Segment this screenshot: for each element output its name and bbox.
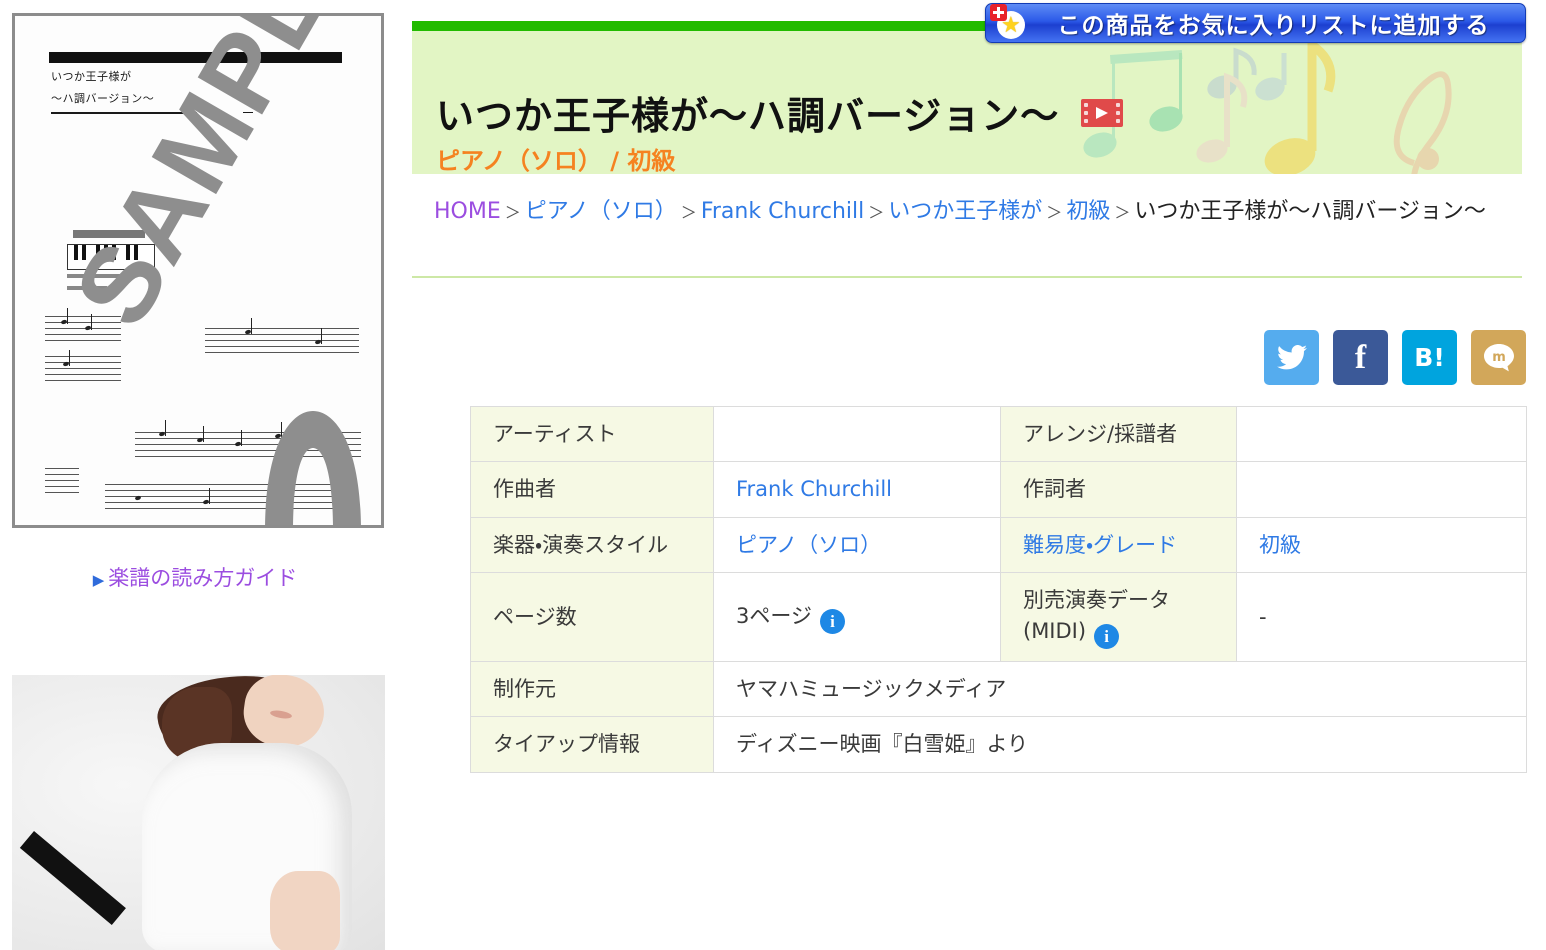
add-to-favorites-button[interactable]: ★ この商品をお気に入りリストに追加する [985, 3, 1526, 43]
sheet-staff-2 [45, 350, 121, 382]
composer-link[interactable]: Frank Churchill [736, 477, 892, 501]
breadcrumb-item-composer[interactable]: Frank Churchill [701, 199, 864, 224]
breadcrumb-item-current: いつか王子様が〜ハ調バージョン〜 [1134, 199, 1486, 224]
value-artist [713, 405, 1001, 463]
score-reading-guide-link[interactable]: ▶ 楽譜の読み方ガイド [0, 562, 390, 592]
label-midi-data: 別売演奏データ(MIDI) i [1000, 572, 1237, 662]
breadcrumb-separator: ＞ [680, 203, 697, 222]
page-subtitle: ピアノ（ソロ） / 初級 [436, 147, 676, 174]
value-instrument-style: ピアノ（ソロ） [713, 516, 1001, 574]
left-sidebar: いつか王子様が 〜ハ調バージョン〜 SAMPLE ▶ 楽譜の読み方ガイド [0, 0, 400, 950]
sheet-staff-4 [135, 420, 361, 458]
table-row: アーティスト アレンジ/採譜者 [470, 405, 1527, 463]
breadcrumb-separator: ＞ [868, 203, 885, 222]
breadcrumb-item-instrument[interactable]: ピアノ（ソロ） [525, 199, 677, 224]
video-play-icon[interactable] [1081, 98, 1124, 127]
label-arranger: アレンジ/採譜者 [1000, 405, 1237, 463]
share-mixi-button[interactable]: m [1471, 330, 1526, 385]
breadcrumb-item-song[interactable]: いつか王子様が [888, 199, 1042, 224]
mixi-icon: m [1483, 343, 1514, 371]
table-row: タイアップ情報 ディズニー映画『白雪姫』より [470, 716, 1527, 773]
sheet-staff-1 [45, 308, 121, 342]
value-difficulty-grade: 初級 [1236, 516, 1527, 574]
label-publisher: 制作元 [470, 660, 714, 718]
sheet-staff-3 [205, 318, 359, 354]
breadcrumb-separator: ＞ [504, 203, 521, 222]
breadcrumb: HOME ＞ピアノ（ソロ）＞ Frank Churchill ＞いつか王子様が＞初級＞… [434, 195, 1524, 230]
music-notes-decoration [1083, 36, 1452, 174]
ad-person-arm [270, 871, 340, 950]
social-share-row: f B! m [1264, 330, 1526, 385]
page-count-text: 3ページ [736, 603, 812, 628]
value-lyricist [1236, 461, 1527, 518]
value-tieup-info: ディズニー映画『白雪姫』より [713, 716, 1527, 773]
label-instrument-style: 楽器・演奏スタイル [470, 516, 714, 574]
label-tieup-info: タイアップ情報 [470, 716, 714, 773]
title-row: いつか王子様が〜ハ調バージョン〜 [436, 85, 1124, 140]
main-content: いつか王子様が〜ハ調バージョン〜 ピアノ（ソロ） / 初級 ★ この商品をお気に… [412, 0, 1546, 950]
breadcrumb-divider [412, 276, 1522, 278]
score-thumbnail-image: いつか王子様が 〜ハ調バージョン〜 SAMPLE [15, 16, 381, 525]
label-page-count: ページ数 [470, 572, 714, 662]
table-row: ページ数 3ページ i 別売演奏データ(MIDI) i - [470, 572, 1527, 662]
value-midi-data: - [1236, 572, 1527, 662]
value-arranger [1236, 405, 1527, 463]
label-artist: アーティスト [470, 405, 714, 463]
score-reading-guide-label: 楽譜の読み方ガイド [108, 566, 298, 590]
label-composer: 作曲者 [470, 461, 714, 518]
product-info-table: アーティスト アレンジ/採譜者 作曲者 Frank Churchill 作詞者 … [470, 405, 1527, 773]
sheet-staff-6 [45, 468, 79, 494]
value-publisher: ヤマハミュージックメディア [713, 660, 1527, 718]
sidebar-ad-image[interactable] [12, 675, 385, 950]
hatena-bookmark-icon: B! [1414, 343, 1445, 372]
table-row: 楽器・演奏スタイル ピアノ（ソロ） 難易度・グレード 初級 [470, 516, 1527, 574]
score-thumbnail[interactable]: いつか王子様が 〜ハ調バージョン〜 SAMPLE [12, 13, 384, 528]
label-difficulty-grade: 難易度・グレード [1000, 516, 1237, 574]
info-icon-midi[interactable]: i [1094, 623, 1120, 649]
info-icon-page-count[interactable]: i [819, 608, 845, 634]
facebook-icon: f [1354, 338, 1367, 376]
share-facebook-button[interactable]: f [1333, 330, 1388, 385]
twitter-icon [1276, 345, 1307, 370]
label-lyricist: 作詞者 [1000, 461, 1237, 518]
breadcrumb-item-grade[interactable]: 初級 [1066, 199, 1110, 224]
sheet-staff-5 [105, 484, 357, 510]
star-plus-icon: ★ [990, 4, 1030, 42]
title-banner: いつか王子様が〜ハ調バージョン〜 ピアノ（ソロ） / 初級 [412, 31, 1522, 174]
instrument-style-link[interactable]: ピアノ（ソロ） [736, 533, 881, 557]
share-hatena-button[interactable]: B! [1402, 330, 1457, 385]
value-composer: Frank Churchill [713, 461, 1001, 518]
triangle-bullet-icon: ▶ [92, 571, 105, 589]
sheet-title-line-1: いつか王子様が [51, 70, 132, 83]
difficulty-grade-link[interactable]: 難易度・グレード [1023, 533, 1177, 557]
sheet-title-line-2: 〜ハ調バージョン〜 [51, 92, 155, 105]
svg-text:m: m [1492, 350, 1506, 365]
breadcrumb-separator: ＞ [1114, 203, 1131, 222]
breadcrumb-separator: ＞ [1046, 203, 1063, 222]
value-page-count: 3ページ i [713, 572, 1001, 662]
share-twitter-button[interactable] [1264, 330, 1319, 385]
add-to-favorites-label: この商品をお気に入りリストに追加する [1057, 13, 1490, 39]
sample-watermark: SAMPLE [50, 16, 381, 346]
table-row: 制作元 ヤマハミュージックメディア [470, 660, 1527, 718]
breadcrumb-item-home[interactable]: HOME [434, 199, 501, 224]
table-row: 作曲者 Frank Churchill 作詞者 [470, 461, 1527, 518]
page-title: いつか王子様が〜ハ調バージョン〜 [436, 94, 1060, 138]
difficulty-value-link[interactable]: 初級 [1259, 533, 1301, 557]
